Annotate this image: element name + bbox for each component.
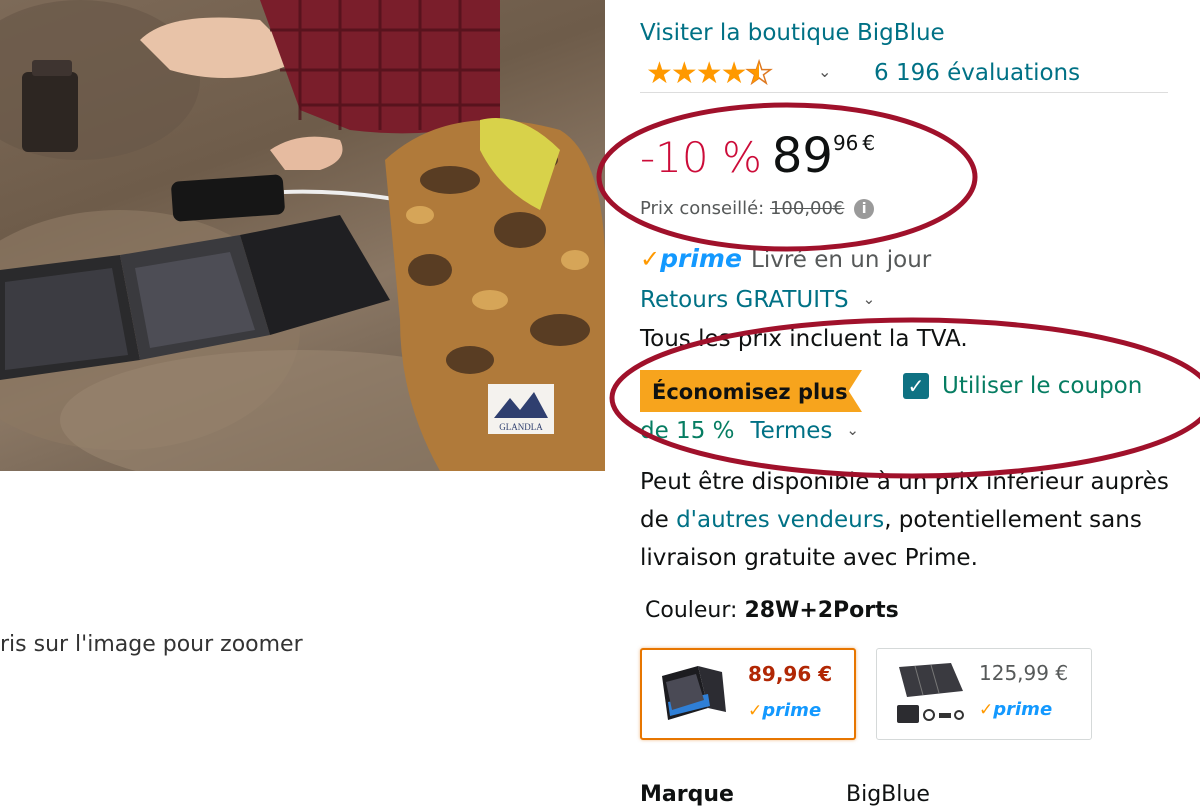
coupon-details: de 15 % Termes ⌄ [640,418,859,444]
coupon-checkbox-label[interactable]: Utiliser le coupon [942,373,1142,399]
list-price: Prix conseillé: 100,00€ i [640,198,875,219]
other-sellers-note: Peut être disponible à un prix inférieur… [640,463,1180,577]
color-label: Couleur: [645,598,738,623]
info-icon[interactable]: i [854,199,875,219]
prime-delivery: ✓prime Livré en un jour [640,244,931,273]
brand-label: Marque [640,782,734,807]
other-sellers-link[interactable]: d'autres vendeurs [676,507,884,533]
brand-detail-row: Marque BigBlue [640,782,1200,807]
color-selector-label: Couleur: 28W+2Ports [645,598,899,623]
delivery-text: Livré en un jour [751,247,932,273]
store-link[interactable]: Visiter la boutique BigBlue [640,20,945,46]
variant-option-2[interactable]: 125,99 € ✓prime [876,648,1092,740]
coupon-terms-link[interactable]: Termes [751,418,833,444]
rating-row: ★★★★★ ⌄ 6 196 évaluations [640,55,1168,92]
product-info-panel: Visiter la boutique BigBlue ★★★★★ ⌄ 6 19… [640,0,1200,807]
coupon-checkbox[interactable]: ✓ [903,373,929,399]
product-image[interactable]: GLANDLA [0,0,605,471]
star-rating[interactable]: ★★★★★ [646,55,773,92]
backpack-logo-text: GLANDLA [499,422,543,432]
solar-panel-thumbnail [662,666,726,720]
zoom-hint: ris sur l'image pour zoomer [0,632,303,657]
prime-logo-icon: ✓prime [979,699,1053,720]
review-count-link[interactable]: 6 196 évaluations [874,60,1080,86]
price-whole: 89 [771,128,833,184]
free-returns-link[interactable]: Retours GRATUITS [640,287,849,313]
chevron-down-icon[interactable]: ⌄ [818,62,831,81]
brand-value: BigBlue [846,782,930,807]
coupon-amount: de 15 % [640,418,735,444]
prime-logo-icon: ✓prime [748,700,822,721]
variant-price: 125,99 € [979,661,1069,685]
half-star-icon: ★ [745,55,773,92]
chevron-down-icon[interactable]: ⌄ [863,290,876,308]
returns-row: Retours GRATUITS ⌄ [640,287,875,313]
prime-logo-icon: ✓prime [640,244,742,273]
tax-note: Tous les prix incluent la TVA. [640,326,968,352]
color-value: 28W+2Ports [744,598,899,623]
price-block: -10 % 8996 € [640,128,875,188]
coupon-badge: Économisez plus [640,370,862,412]
price-currency: € [862,131,876,155]
chevron-down-icon[interactable]: ⌄ [846,421,859,439]
price-fraction: 96 [832,131,859,155]
variant-price: 89,96 € [748,662,833,686]
variant-option-28w[interactable]: 89,96 € ✓prime [640,648,856,740]
solar-panel-kit-thumbnail [897,663,964,723]
list-price-label: Prix conseillé: [640,198,765,219]
list-price-value: 100,00€ [769,198,845,219]
discount-percent: -10 % [640,133,762,182]
divider [640,92,1168,93]
